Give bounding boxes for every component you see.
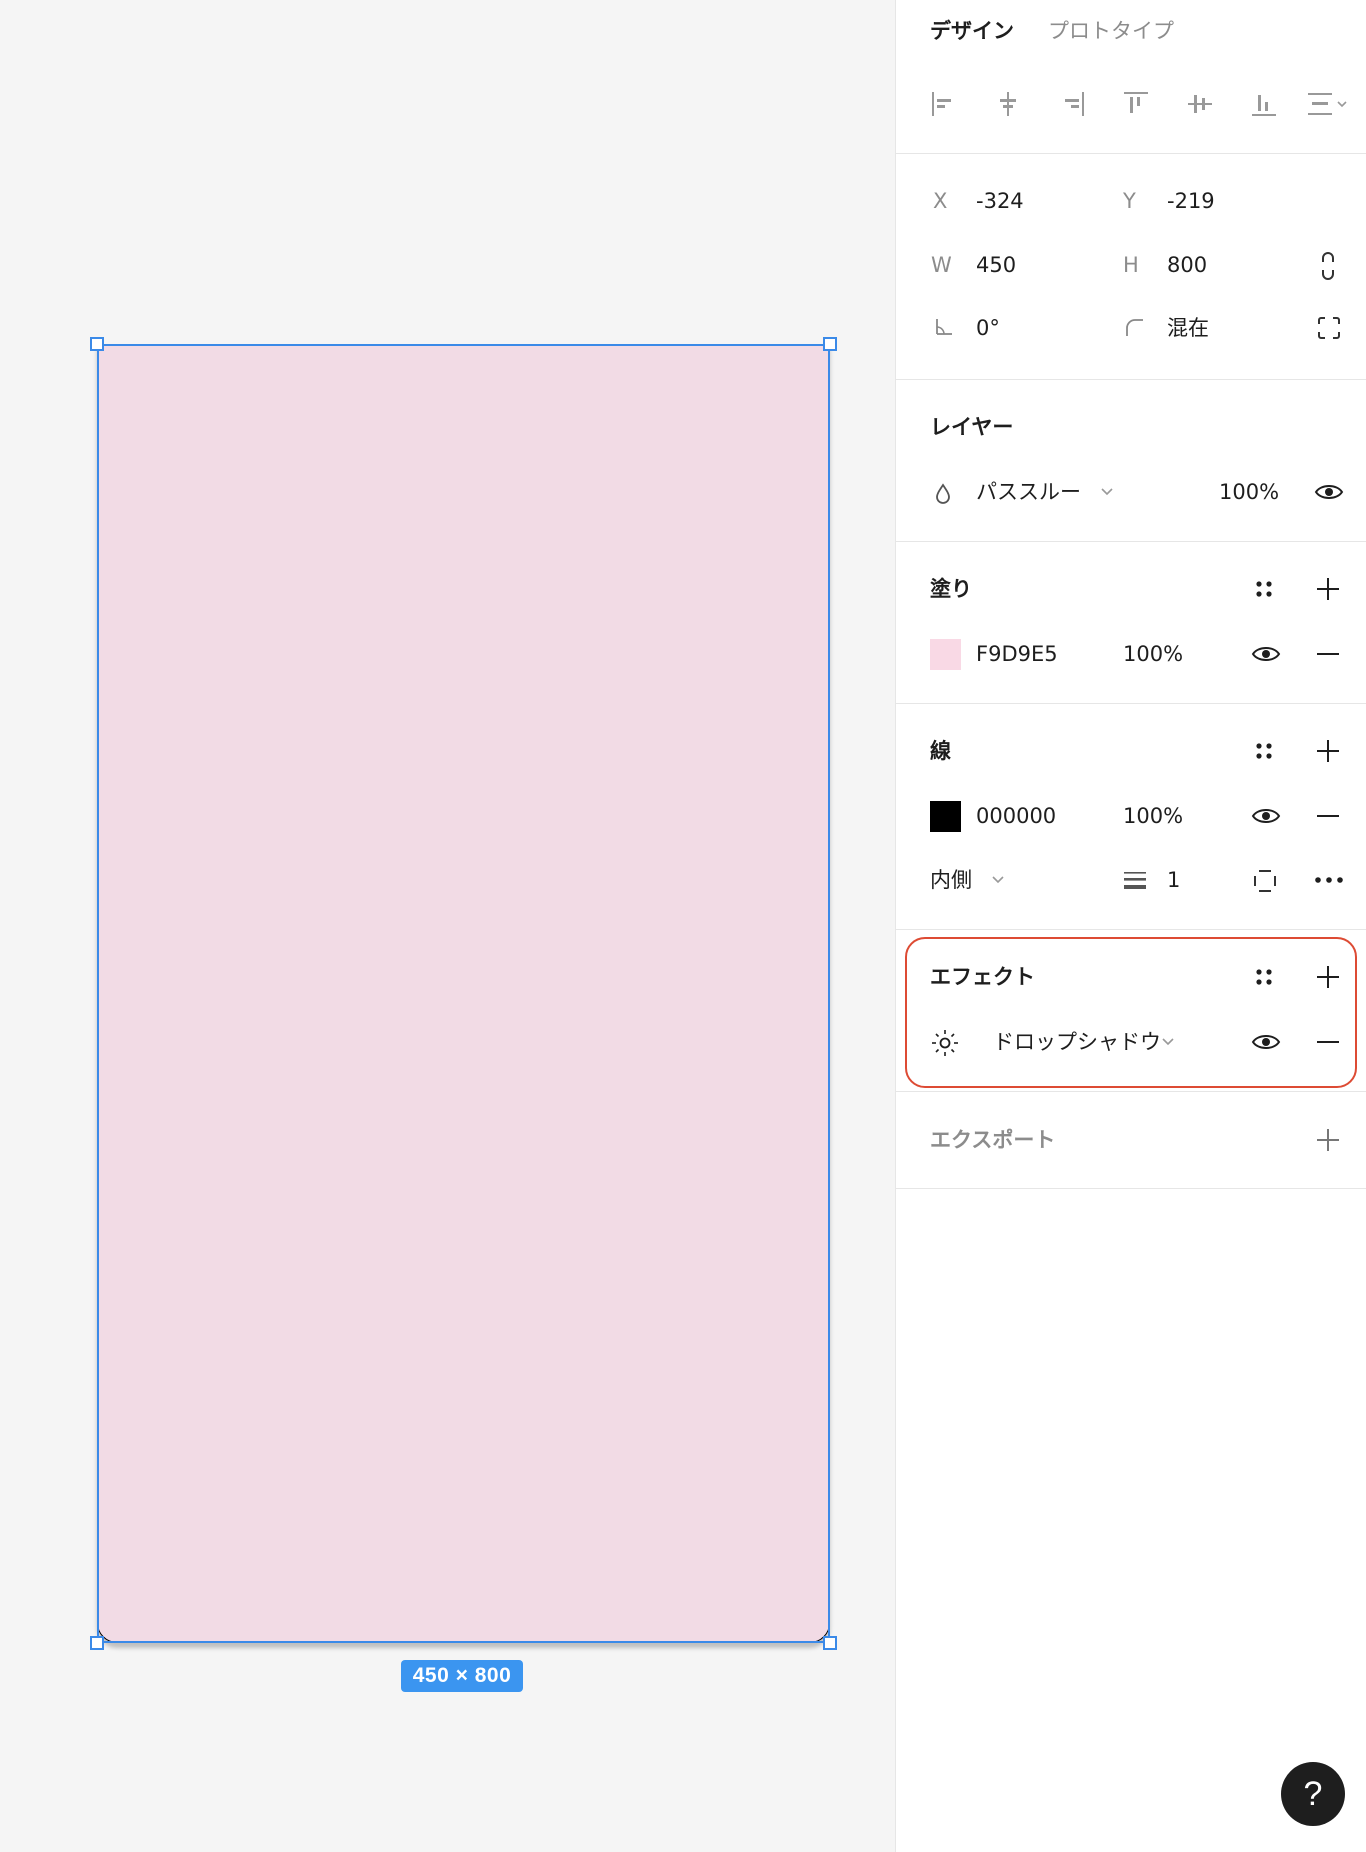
resize-handle-bottom-right[interactable] — [823, 1636, 837, 1650]
effect-title: エフェクト — [930, 965, 1035, 989]
independent-corners-icon[interactable] — [1316, 315, 1342, 341]
chevron-down-icon[interactable] — [1100, 486, 1114, 498]
align-top-icon[interactable] — [1122, 90, 1150, 118]
stroke-section: 線 000000 100% 内側 1 — [896, 704, 1366, 930]
rotation-input[interactable]: 0° — [976, 313, 1000, 343]
align-right-icon[interactable] — [1058, 90, 1086, 118]
stroke-position-select[interactable]: 内側 — [930, 865, 972, 895]
align-horizontal-center-icon[interactable] — [994, 90, 1022, 118]
add-stroke-icon[interactable] — [1316, 739, 1340, 763]
export-section: エクスポート — [896, 1092, 1366, 1189]
blend-mode-icon — [936, 483, 950, 504]
effect-highlight-outline — [905, 937, 1357, 1088]
stroke-opacity-input[interactable]: 100% — [1123, 801, 1183, 831]
styles-grid-icon[interactable] — [1253, 578, 1275, 600]
constrain-proportions-icon[interactable] — [1315, 250, 1341, 282]
fill-title: 塗り — [930, 577, 972, 601]
stroke-weight-input[interactable]: 1 — [1167, 865, 1180, 895]
export-title: エクスポート — [930, 1128, 1056, 1152]
align-left-icon[interactable] — [930, 90, 958, 118]
remove-effect-icon[interactable] — [1316, 1031, 1340, 1053]
tab-design[interactable]: デザイン — [930, 16, 1014, 46]
h-label: H — [1123, 253, 1139, 277]
layer-opacity-input[interactable]: 100% — [1219, 477, 1279, 507]
stroke-weight-icon — [1124, 872, 1146, 889]
y-input[interactable]: -219 — [1167, 186, 1215, 216]
align-vertical-center-icon[interactable] — [1186, 90, 1214, 118]
resize-handle-bottom-left[interactable] — [90, 1636, 104, 1650]
geometry-section: X -324 Y -219 W 450 H 800 0° 混在 — [896, 154, 1366, 380]
remove-stroke-icon[interactable] — [1316, 805, 1340, 827]
add-effect-icon[interactable] — [1316, 965, 1340, 989]
add-export-icon[interactable] — [1316, 1128, 1340, 1152]
effect-section: エフェクト ドロップシャドウ — [896, 930, 1366, 1092]
stroke-title: 線 — [930, 739, 951, 763]
corner-radius-input[interactable]: 混在 — [1167, 313, 1209, 343]
distribute-icon[interactable] — [1306, 90, 1354, 118]
layer-title: レイヤー — [930, 415, 1014, 439]
individual-strokes-icon[interactable] — [1252, 868, 1278, 894]
fill-section: 塗り F9D9E5 100% — [896, 542, 1366, 704]
eye-icon[interactable] — [1251, 643, 1281, 665]
styles-grid-icon[interactable] — [1253, 740, 1275, 762]
more-options-icon[interactable] — [1314, 874, 1344, 886]
blend-mode-select[interactable]: パススルー — [976, 477, 1081, 507]
size-badge: 450 × 800 — [401, 1660, 523, 1692]
styles-grid-icon[interactable] — [1253, 966, 1275, 988]
resize-handle-top-right[interactable] — [823, 337, 837, 351]
corner-radius-icon — [1126, 319, 1143, 336]
properties-panel: デザイン プロトタイプ X -324 Y -219 W 450 H 800 0°… — [895, 0, 1366, 1852]
x-label: X — [933, 189, 948, 213]
eye-icon[interactable] — [1251, 1031, 1281, 1053]
resize-handle-top-left[interactable] — [90, 337, 104, 351]
effect-type-select[interactable]: ドロップシャドウ — [993, 1027, 1161, 1057]
stroke-color-swatch[interactable] — [930, 801, 961, 832]
canvas[interactable]: 450 × 800 — [0, 0, 895, 1852]
frame-fill — [97, 344, 830, 1643]
x-input[interactable]: -324 — [976, 186, 1024, 216]
stroke-hex-input[interactable]: 000000 — [976, 801, 1056, 831]
align-bottom-icon[interactable] — [1250, 90, 1278, 118]
layer-section: レイヤー パススルー 100% — [896, 380, 1366, 542]
help-button[interactable]: ? — [1281, 1762, 1345, 1826]
y-label: Y — [1123, 189, 1136, 213]
w-input[interactable]: 450 — [976, 250, 1016, 280]
frame[interactable] — [97, 344, 830, 1643]
rotation-icon — [936, 319, 952, 335]
h-input[interactable]: 800 — [1167, 250, 1207, 280]
fill-opacity-input[interactable]: 100% — [1123, 639, 1183, 669]
sun-icon[interactable] — [929, 1027, 961, 1059]
eye-icon[interactable] — [1314, 481, 1344, 503]
fill-hex-input[interactable]: F9D9E5 — [976, 639, 1058, 669]
chevron-down-icon[interactable] — [991, 874, 1005, 886]
tab-prototype[interactable]: プロトタイプ — [1048, 16, 1174, 46]
eye-icon[interactable] — [1251, 805, 1281, 827]
w-label: W — [931, 253, 952, 277]
fill-color-swatch[interactable] — [930, 639, 961, 670]
remove-fill-icon[interactable] — [1316, 643, 1340, 665]
add-fill-icon[interactable] — [1316, 577, 1340, 601]
chevron-down-icon[interactable] — [1161, 1036, 1175, 1048]
design-header: デザイン プロトタイプ — [896, 0, 1366, 154]
